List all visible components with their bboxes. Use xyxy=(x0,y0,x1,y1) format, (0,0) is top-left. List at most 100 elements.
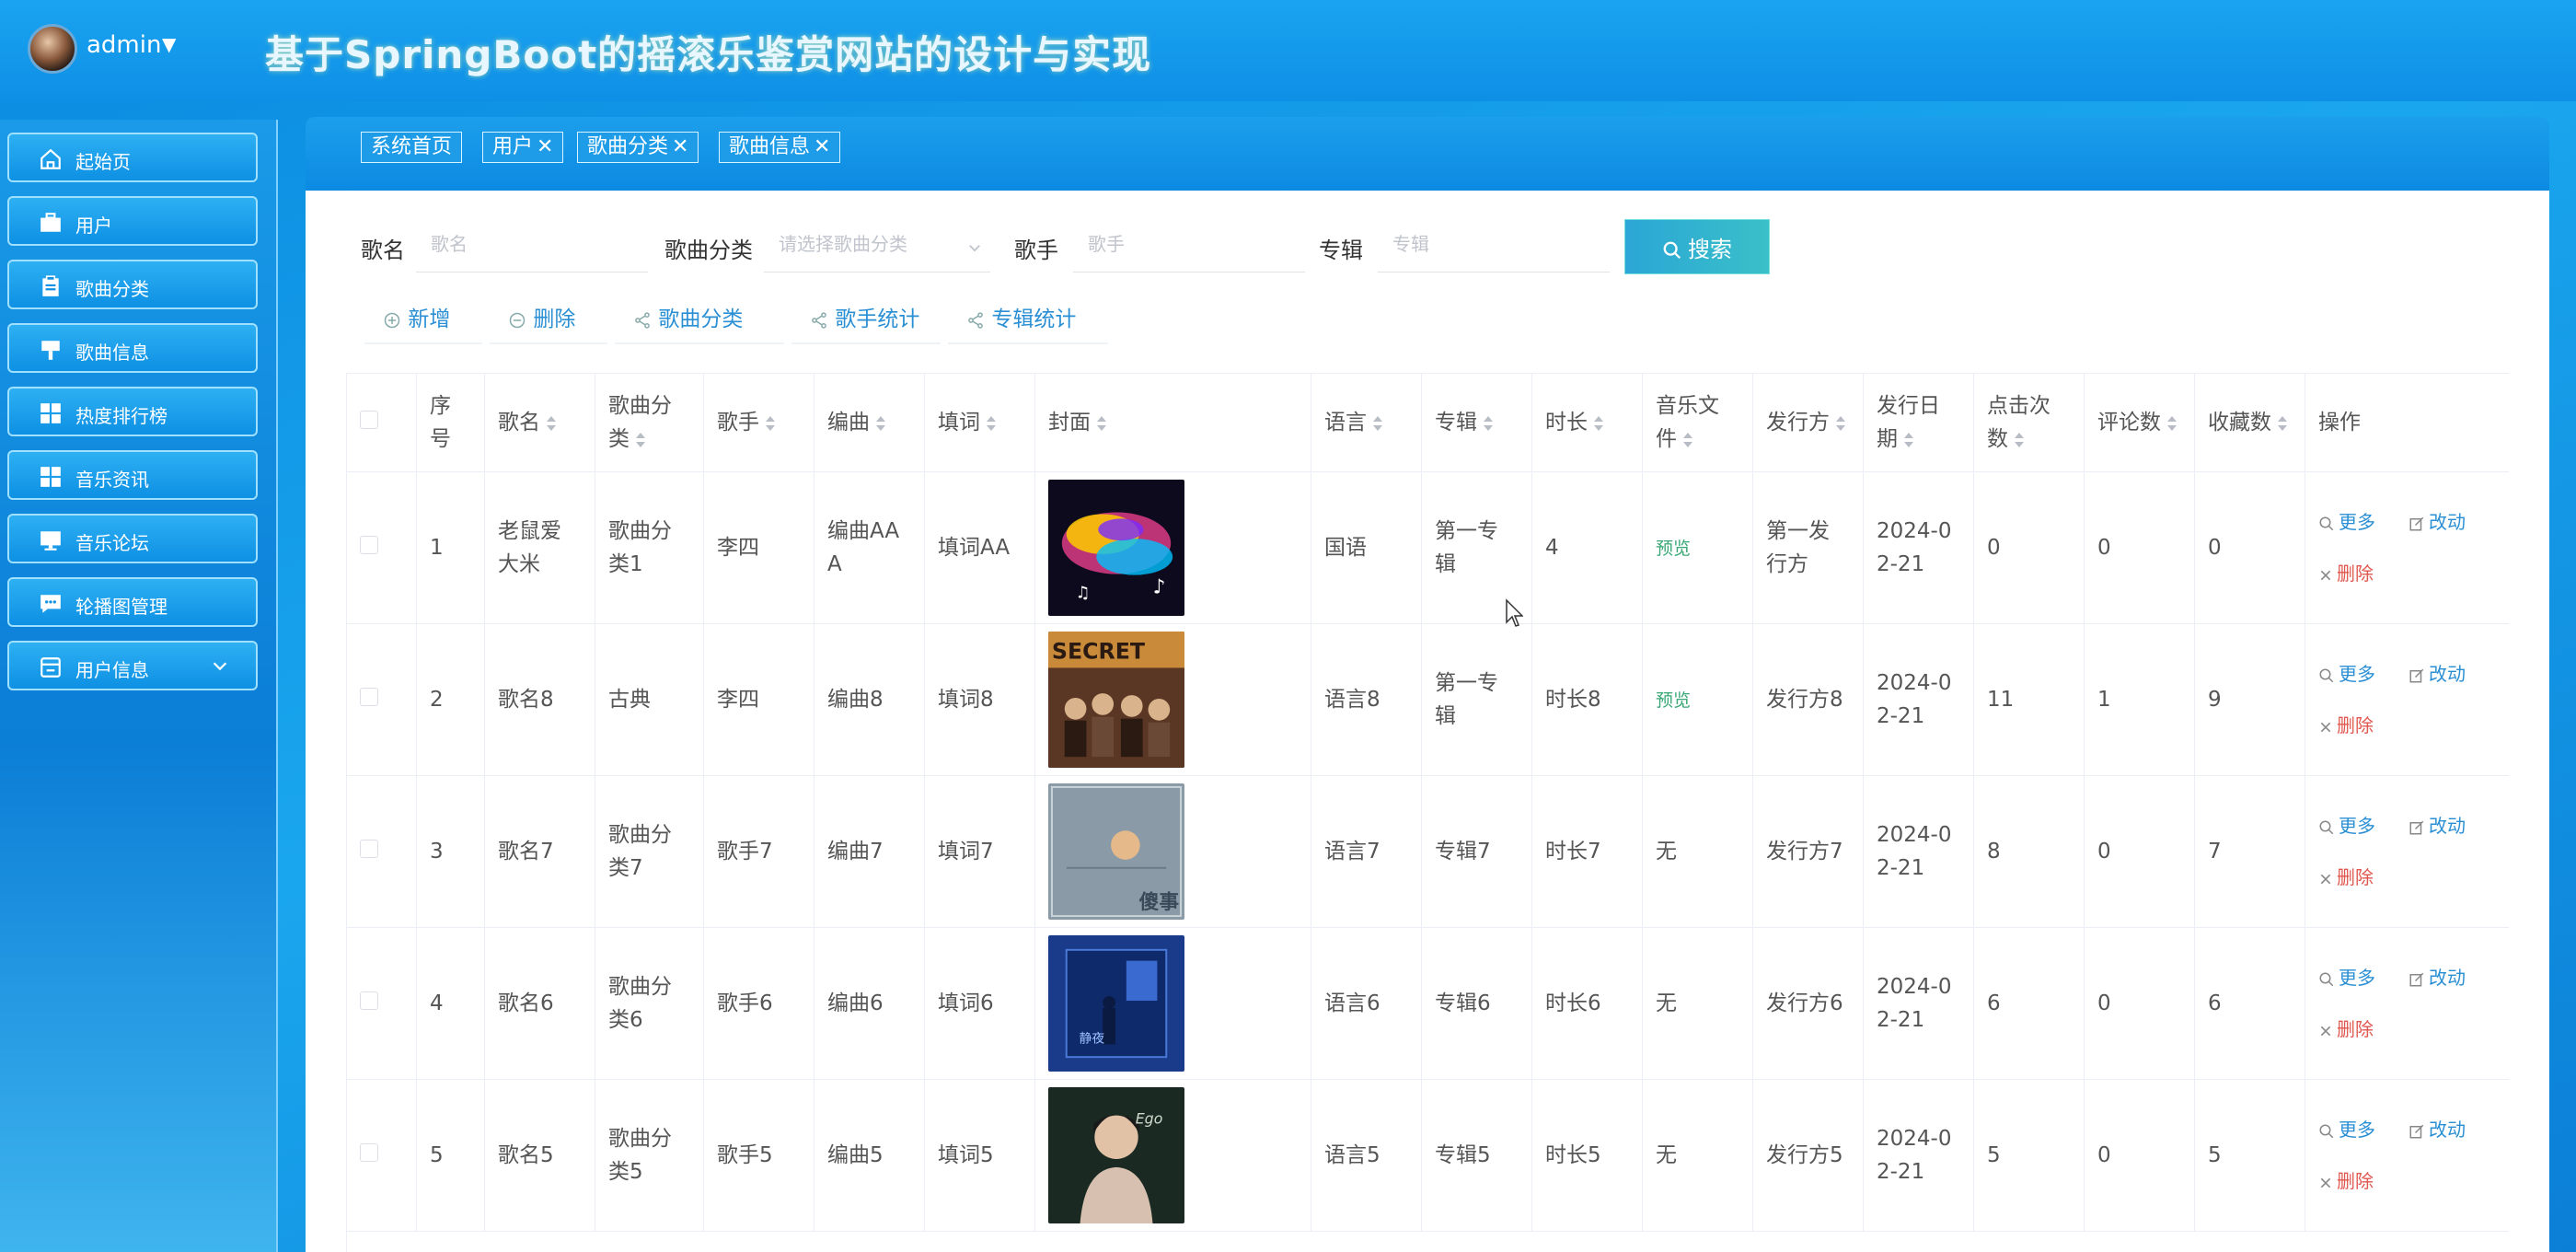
column-header-language[interactable]: 语言 xyxy=(1311,373,1422,472)
sidebar-item-song-info[interactable]: 歌曲信息 xyxy=(7,323,258,373)
column-header-singer[interactable]: 歌手 xyxy=(703,373,814,472)
more-button[interactable]: 更多 xyxy=(2318,505,2375,539)
more-button[interactable]: 更多 xyxy=(2318,809,2375,842)
row-delete-button[interactable]: 删除 xyxy=(2318,557,2374,590)
row-delete-button[interactable]: 删除 xyxy=(2318,709,2374,742)
row-delete-button[interactable]: 删除 xyxy=(2318,1013,2374,1046)
sort-icon[interactable] xyxy=(635,431,646,449)
tab-song-category[interactable]: 歌曲分类 ✕ xyxy=(577,132,699,163)
cover-image[interactable]: SECRET xyxy=(1048,632,1298,768)
table-row[interactable] xyxy=(346,1231,2509,1252)
table-row[interactable]: 1 老鼠爱大米 歌曲分类1 李四 编曲AAA 填词AA ♪ ♫ 国语 第一专辑 4 预览 第一发行方 20… xyxy=(346,471,2509,624)
sort-icon[interactable] xyxy=(1372,414,1383,433)
sidebar-item-music-news[interactable]: 音乐资讯 xyxy=(7,450,258,500)
cover-image[interactable]: 傻事 xyxy=(1048,783,1298,920)
sort-icon[interactable] xyxy=(1835,414,1846,433)
more-button[interactable]: 更多 xyxy=(2318,1113,2375,1146)
search-button[interactable]: 搜索 xyxy=(1624,219,1770,274)
sidebar-item-music-forum[interactable]: 音乐论坛 xyxy=(7,514,258,563)
sidebar-item-user-info[interactable]: 用户信息 xyxy=(7,641,258,690)
avatar[interactable] xyxy=(28,24,77,74)
column-header-date[interactable]: 发行日期 xyxy=(1863,373,1974,472)
column-header-file[interactable]: 音乐文件 xyxy=(1642,373,1753,472)
sort-icon[interactable] xyxy=(546,414,557,433)
column-header-arranger[interactable]: 编曲 xyxy=(814,373,925,472)
tab-users[interactable]: 用户 ✕ xyxy=(482,132,564,163)
sidebar-item-users[interactable]: 用户 xyxy=(7,196,258,246)
table-row[interactable]: 4 歌名6 歌曲分类6 歌手6 编曲6 填词6 静夜 语言6 专辑6 时长6 无发行方6 2024-0… xyxy=(346,927,2509,1080)
sort-icon[interactable] xyxy=(2166,414,2177,433)
edit-button[interactable]: 改动 xyxy=(2409,657,2466,690)
more-button[interactable]: 更多 xyxy=(2318,657,2375,690)
close-icon[interactable]: ✕ xyxy=(672,135,688,158)
sort-icon[interactable] xyxy=(2277,414,2288,433)
column-header-publisher[interactable]: 发行方 xyxy=(1752,373,1864,472)
row-checkbox-cell[interactable] xyxy=(346,623,417,776)
add-button[interactable]: 新增 xyxy=(364,295,482,344)
row-delete-button[interactable]: 删除 xyxy=(2318,861,2374,894)
row-checkbox[interactable] xyxy=(360,991,378,1010)
close-icon[interactable]: ✕ xyxy=(537,135,553,158)
close-icon[interactable]: ✕ xyxy=(814,135,830,158)
column-header-comments[interactable]: 评论数 xyxy=(2084,373,2195,472)
column-header-name[interactable]: 歌名 xyxy=(484,373,595,472)
column-header-clicks[interactable]: 点击次数 xyxy=(1973,373,2085,472)
edit-button[interactable]: 改动 xyxy=(2409,961,2466,994)
delete-button[interactable]: 删除 xyxy=(490,295,607,344)
select-all-checkbox[interactable] xyxy=(360,411,378,429)
sidebar-item-carousel[interactable]: 轮播图管理 xyxy=(7,577,258,627)
column-header-duration[interactable]: 时长 xyxy=(1531,373,1643,472)
sort-icon[interactable] xyxy=(1682,431,1693,449)
row-checkbox[interactable] xyxy=(360,1143,378,1162)
preview-link[interactable]: 预览 xyxy=(1656,690,1691,711)
sort-icon[interactable] xyxy=(1096,414,1107,433)
row-checkbox-cell[interactable] xyxy=(346,471,417,624)
singer-stats-button[interactable]: 歌手统计 xyxy=(791,295,941,344)
row-checkbox[interactable] xyxy=(360,840,378,858)
table-row[interactable]: 2 歌名8 古典 李四 编曲8 填词8 SECRET 语言8 第一专辑 时长8 预览 发行方8 2024… xyxy=(346,623,2509,776)
sort-icon[interactable] xyxy=(1483,414,1494,433)
sort-icon[interactable] xyxy=(875,414,886,433)
table-row[interactable]: 5 歌名5 歌曲分类5 歌手5 编曲5 填词5 Ego 语言5 专辑5 时长5 无发行方5 2024-… xyxy=(346,1079,2509,1232)
column-header-album[interactable]: 专辑 xyxy=(1421,373,1532,472)
row-checkbox-cell[interactable] xyxy=(346,775,417,928)
cover-image[interactable]: Ego xyxy=(1048,1087,1298,1223)
row-delete-button[interactable]: 删除 xyxy=(2318,1165,2374,1198)
sort-icon[interactable] xyxy=(765,414,776,433)
cell-music-file[interactable]: 预览 xyxy=(1642,623,1753,776)
column-header-category[interactable]: 歌曲分类 xyxy=(595,373,704,472)
column-header-lyricist[interactable]: 填词 xyxy=(924,373,1035,472)
caret-down-icon[interactable]: ▼ xyxy=(162,33,176,55)
singer-input[interactable] xyxy=(1073,215,1305,272)
sort-icon[interactable] xyxy=(986,414,997,433)
row-checkbox[interactable] xyxy=(360,688,378,706)
tab-song-info[interactable]: 歌曲信息 ✕ xyxy=(719,132,841,163)
category-select[interactable] xyxy=(764,215,990,272)
edit-button[interactable]: 改动 xyxy=(2409,1113,2466,1146)
row-checkbox[interactable] xyxy=(360,536,378,554)
song-name-input[interactable] xyxy=(416,215,648,272)
album-stats-button[interactable]: 专辑统计 xyxy=(948,295,1108,344)
edit-button[interactable]: 改动 xyxy=(2409,809,2466,842)
sort-icon[interactable] xyxy=(2014,431,2025,449)
cover-image[interactable]: 静夜 xyxy=(1048,935,1298,1072)
album-input[interactable] xyxy=(1378,215,1610,272)
chevron-down-icon[interactable] xyxy=(966,239,983,256)
sidebar-item-home[interactable]: 起始页 xyxy=(7,133,258,182)
more-button[interactable]: 更多 xyxy=(2318,961,2375,994)
song-category-button[interactable]: 歌曲分类 xyxy=(615,295,784,344)
row-checkbox-cell[interactable] xyxy=(346,1079,417,1232)
sidebar-item-song-category[interactable]: 歌曲分类 xyxy=(7,260,258,309)
cell-music-file[interactable]: 预览 xyxy=(1642,471,1753,624)
sort-icon[interactable] xyxy=(1903,431,1914,449)
edit-button[interactable]: 改动 xyxy=(2409,505,2466,539)
tab-home[interactable]: 系统首页 xyxy=(361,132,463,163)
column-header-favorites[interactable]: 收藏数 xyxy=(2194,373,2305,472)
select-all-checkbox-cell[interactable] xyxy=(346,373,417,472)
cover-image[interactable]: ♪ ♫ xyxy=(1048,480,1298,616)
sort-icon[interactable] xyxy=(1593,414,1604,433)
row-checkbox-cell[interactable] xyxy=(346,927,417,1080)
sidebar-item-hot-ranking[interactable]: 热度排行榜 xyxy=(7,387,258,436)
table-row[interactable]: 3 歌名7 歌曲分类7 歌手7 编曲7 填词7 傻事 语言7 专辑7 时长7 无发行方7 2024-0… xyxy=(346,775,2509,928)
column-header-cover[interactable]: 封面 xyxy=(1034,373,1311,472)
